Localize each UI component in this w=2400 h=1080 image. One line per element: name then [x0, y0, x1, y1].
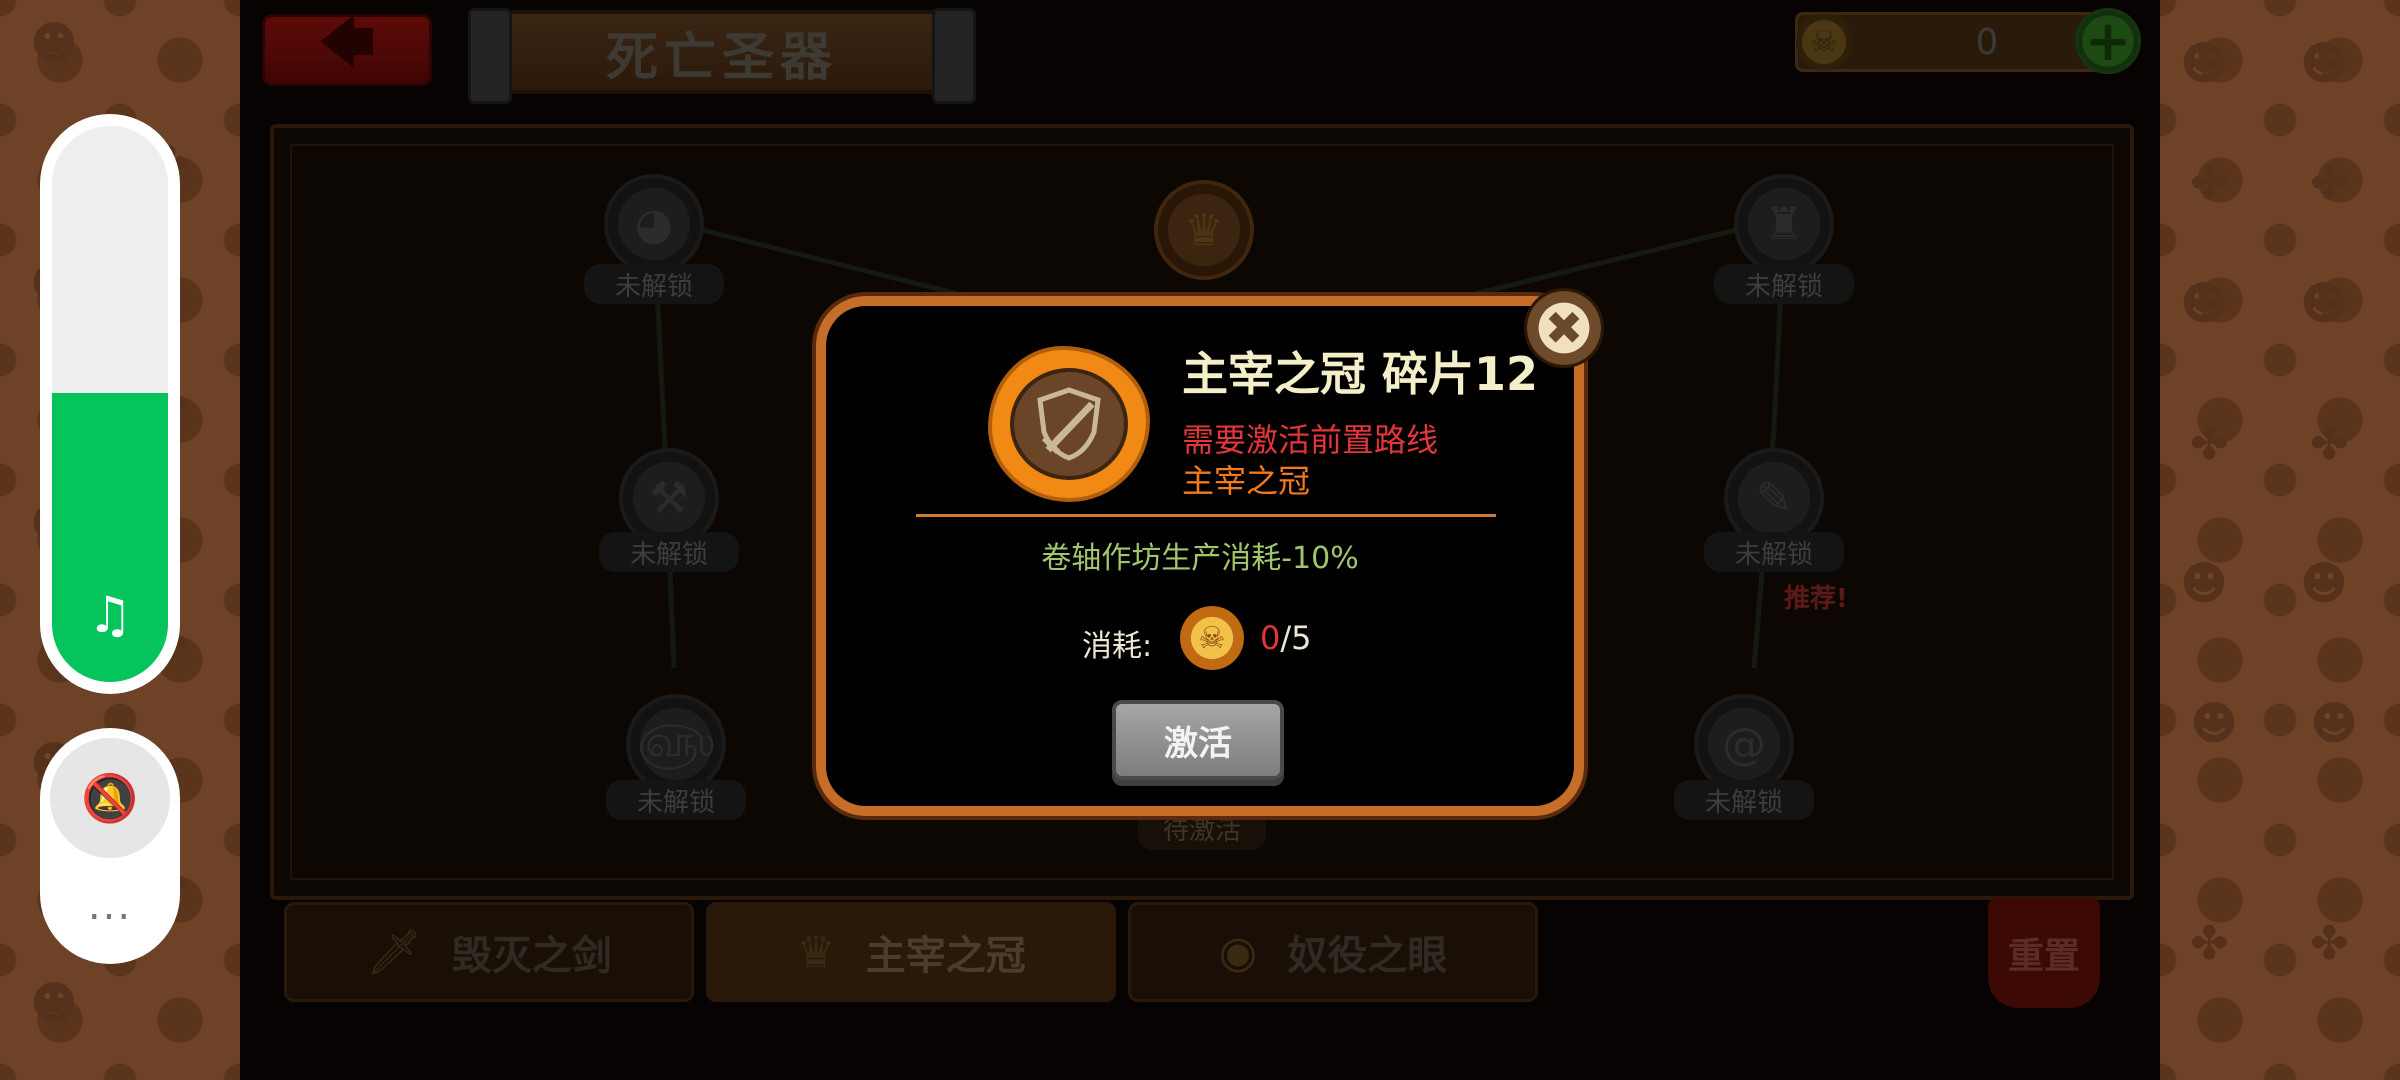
pattern-face-icon: ☻ — [2180, 36, 2228, 90]
pattern-face-icon: ☻ — [2300, 276, 2348, 330]
back-button[interactable]: 🡄 — [262, 11, 432, 86]
pattern-face-icon: ☻ — [2300, 36, 2348, 90]
pattern-flower-icon: ✤ — [2190, 156, 2229, 210]
recommend-label: 推荐! — [1784, 584, 1848, 614]
bell-off-button[interactable]: 🔕 — [50, 738, 170, 858]
title-plate: 死亡圣器 — [468, 8, 976, 104]
pattern-face-icon: ☻ — [2190, 696, 2238, 750]
requirement-text: 需要激活前置路线 — [1182, 421, 1439, 459]
tab-eye[interactable]: ◉ 奴役之眼 — [1128, 902, 1538, 1002]
right-pattern-panel: ☻ ☻ ✤ ✤ ☻ ☻ ✤ ✤ ☻ ☻ ☻ ☻ ✤ ✤ — [2160, 0, 2400, 1080]
cost-value: 0/5 — [1260, 619, 1312, 657]
node-status-label: 未解锁 — [1704, 532, 1844, 572]
relic-node-1[interactable]: ◕ — [604, 174, 704, 274]
page-title: 死亡圣器 — [605, 27, 838, 88]
quick-controls-panel: 🔕 ... — [40, 728, 180, 964]
node-status-label: 未解锁 — [599, 532, 739, 572]
add-currency-button[interactable]: + — [2075, 8, 2141, 74]
back-arrow-icon: 🡄 — [319, 11, 375, 74]
scroll-icon: ✎ — [1755, 472, 1793, 524]
music-note-icon: ♫ — [87, 586, 133, 644]
effect-text: 卷轴作坊生产消耗-10% — [1041, 541, 1359, 576]
relic-node-3[interactable]: ⚒ — [619, 448, 719, 548]
node-status-label: 未解锁 — [1714, 264, 1854, 304]
relic-node-2[interactable]: ♜ — [1734, 174, 1834, 274]
fragment-token-icon: ☠ — [1180, 606, 1244, 670]
more-options-button[interactable]: ... — [60, 886, 160, 936]
pattern-face-icon: ☻ — [2180, 556, 2228, 610]
relic-badge — [988, 346, 1150, 502]
anvil-icon: ⚒ — [649, 472, 689, 524]
close-icon: ✖ — [1544, 301, 1584, 355]
relic-node-6[interactable]: @ — [1694, 694, 1794, 794]
pattern-face-icon: ☻ — [2300, 556, 2348, 610]
relic-node-4[interactable]: ✎ — [1724, 448, 1824, 548]
tab-label: 毁灭之剑 — [451, 933, 612, 979]
pattern-flower-icon: ✤ — [2190, 416, 2229, 470]
node-status-label: 未解锁 — [584, 264, 724, 304]
volume-slider[interactable]: ♫ — [52, 126, 168, 682]
pattern-flower-icon: ✤ — [2190, 916, 2229, 970]
requirement-route: 主宰之冠 — [1182, 462, 1311, 500]
relic-node-5[interactable]: ௵ — [626, 694, 726, 794]
game-screen: 🡄 死亡圣器 ☠ 0 + ◕ 未解锁 ♜ 未解锁 ⚒ 未解锁 ✎ 未解锁 ௵ 未… — [240, 0, 2160, 1080]
tab-sword[interactable]: 🗡 毁灭之剑 — [284, 902, 694, 1002]
egg-icon: ◕ — [634, 198, 674, 250]
reset-button[interactable]: 重置 — [1988, 898, 2100, 1008]
pattern-flower-icon: ✤ — [2310, 916, 2349, 970]
tab-label: 主宰之冠 — [865, 933, 1026, 979]
cost-label: 消耗: — [1082, 629, 1153, 664]
node-status-label: 未解锁 — [1674, 780, 1814, 820]
node-status-label: 未解锁 — [606, 780, 746, 820]
sword-icon: 🗡 — [366, 927, 422, 978]
pattern-flower-icon: ✤ — [2310, 416, 2349, 470]
swirl-icon: ௵ — [637, 715, 715, 767]
close-button[interactable]: ✖ — [1524, 288, 1604, 368]
castle-icon: ♜ — [1764, 198, 1804, 250]
skull-coin-icon: ☠ — [1796, 14, 1852, 70]
pattern-face-icon: ☻ — [30, 16, 78, 70]
pattern-flower-icon: ✤ — [2310, 156, 2349, 210]
volume-panel[interactable]: ♫ — [40, 114, 180, 694]
pattern-face-icon: ☻ — [30, 976, 78, 1030]
crown-icon: ♛ — [1184, 204, 1224, 256]
crown-core-node[interactable]: ♛ — [1154, 180, 1254, 280]
tab-crown[interactable]: ♛ 主宰之冠 — [706, 902, 1116, 1002]
pattern-face-icon: ☻ — [2180, 276, 2228, 330]
bell-off-icon: 🔕 — [81, 770, 139, 825]
pattern-face-icon: ☻ — [2310, 696, 2358, 750]
shield-sword-icon — [1037, 387, 1101, 461]
cost-have: 0 — [1260, 619, 1281, 657]
dialog-title: 主宰之冠 碎片12 — [1182, 347, 1539, 401]
activate-button[interactable]: 激活 — [1112, 700, 1284, 780]
dialog-divider — [916, 514, 1496, 517]
cost-need: 5 — [1291, 619, 1312, 657]
eye-icon: ◉ — [1218, 926, 1258, 978]
tab-label: 奴役之眼 — [1287, 933, 1448, 979]
spiral-icon: @ — [1722, 718, 1766, 770]
crown-icon: ♛ — [796, 926, 836, 978]
plus-icon: + — [2084, 8, 2132, 74]
pending-activation-label: 待激活 — [1138, 812, 1266, 850]
